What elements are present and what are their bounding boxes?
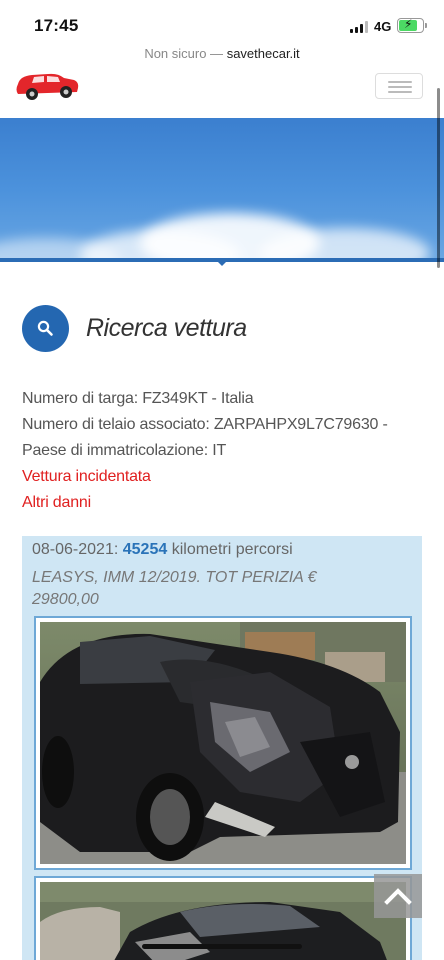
hamburger-menu-icon[interactable] [375,73,423,99]
battery-tip [425,23,427,28]
back-to-top-button[interactable] [374,874,422,918]
chevron-up-icon [384,888,412,905]
record-date: 08-06-2021 [32,541,114,558]
status-time: 17:45 [34,16,79,35]
record-separator: : [113,541,119,558]
scroll-indicator [437,88,440,268]
address-bar[interactable]: Non sicuro — savethecar.it [0,46,444,70]
record-km: 45254 [122,541,168,558]
chassis-number: Numero di telaio associato: ZARPAHPX9L7C… [22,416,388,433]
charging-bolt-icon: ⚡ [404,17,413,31]
status-bar: 17:45 4G ⚡ [0,0,444,46]
red-car-logo-icon[interactable] [14,70,80,102]
record-header: 08-06-2021: 45254 kilometri percorsi [32,541,293,559]
network-label: 4G [374,19,392,34]
registration-country: Paese di immatricolazione: IT [22,442,227,459]
vehicle-details: Numero di targa: FZ349KT - Italia Numero… [22,388,432,518]
other-damage-status: Altri danni [22,494,91,511]
damaged-car-photo[interactable] [34,616,412,870]
signal-icon [350,21,370,33]
page-title: Ricerca vettura [86,314,247,342]
record-note: LEASYS, IMM 12/2019. TOT PERIZIA € 29800… [32,569,317,608]
site-header [0,70,444,118]
plate-number: Numero di targa: FZ349KT - Italia [22,390,254,407]
record-card: 08-06-2021: 45254 kilometri percorsi LEA… [22,536,422,960]
url-domain: savethecar.it [226,46,300,61]
damaged-vehicle-status: Vettura incidentata [22,468,151,485]
record-km-label: kilometri percorsi [171,541,293,558]
search-icon [22,305,69,352]
sky-banner [0,118,444,262]
not-secure-label: Non sicuro — [144,46,224,61]
home-indicator[interactable] [142,944,302,949]
banner-notch [214,258,230,266]
